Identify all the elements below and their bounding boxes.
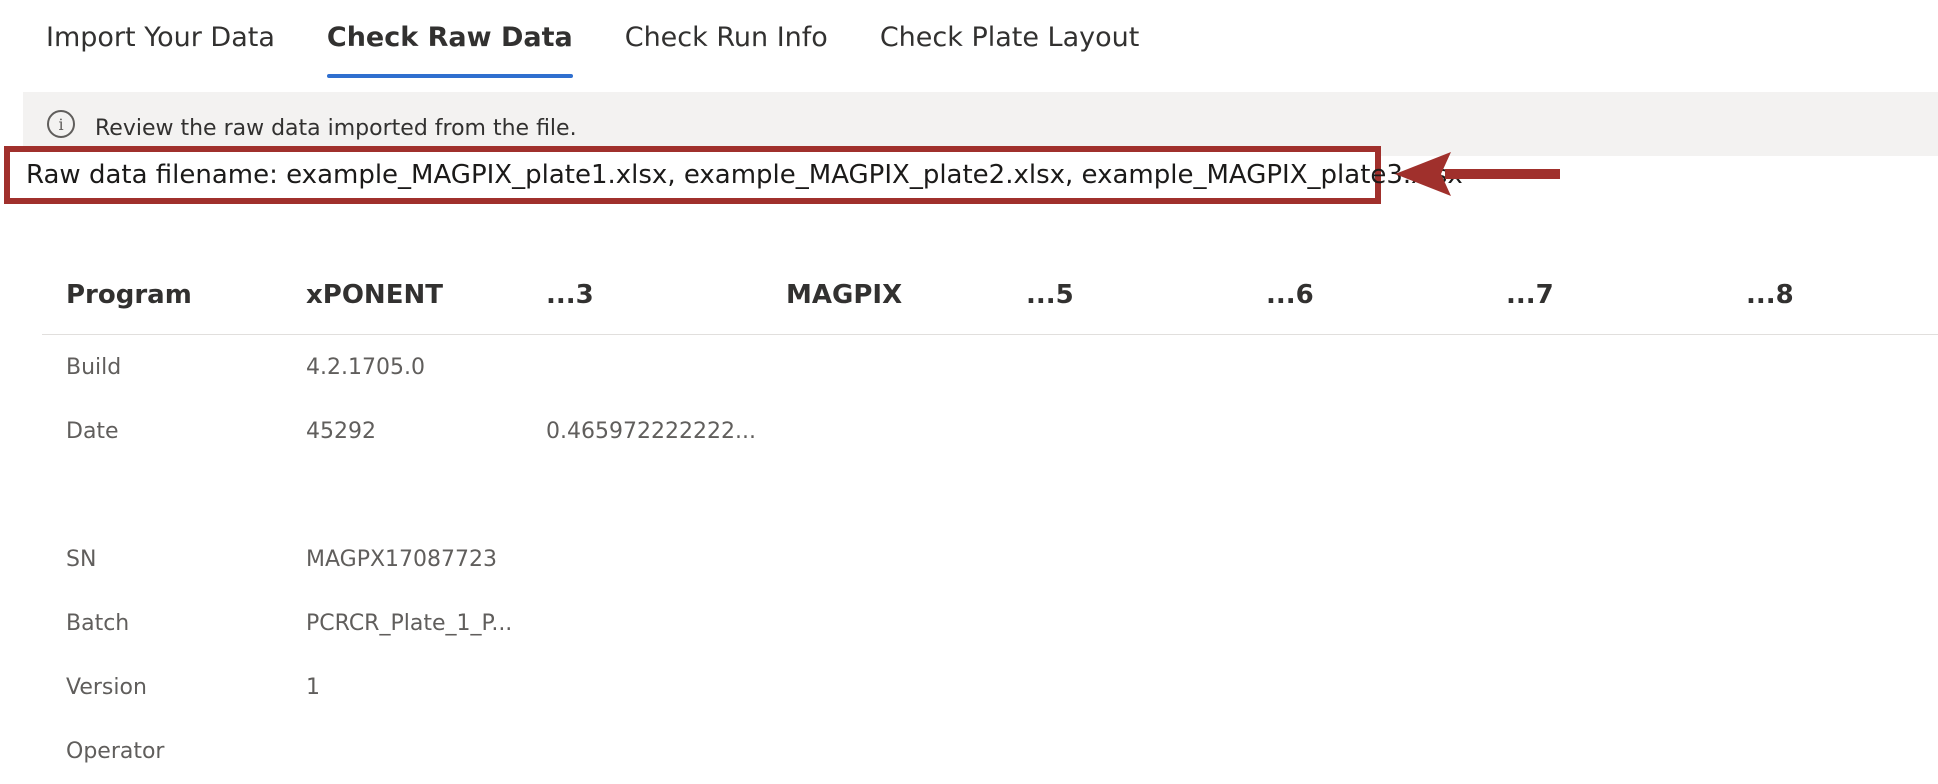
tab-bar: Import Your Data Check Raw Data Check Ru… <box>20 0 1165 84</box>
table-row[interactable]: SN MAGPX17087723 <box>42 527 1938 591</box>
table-row[interactable]: Version 1 <box>42 655 1938 719</box>
table-cell: SN <box>66 546 97 572</box>
table-cell: Date <box>66 418 119 444</box>
column-header[interactable]: xPONENT <box>282 280 522 310</box>
table-cell: 0.465972222222... <box>546 418 756 444</box>
table-row[interactable] <box>42 463 1938 527</box>
raw-data-filename: Raw data filename: example_MAGPIX_plate1… <box>4 146 1463 204</box>
column-header[interactable]: Program <box>42 280 282 310</box>
table-cell: MAGPX17087723 <box>306 546 498 572</box>
column-header[interactable]: MAGPIX <box>762 280 1002 310</box>
column-header[interactable]: ...3 <box>522 280 762 310</box>
info-icon: i <box>47 110 75 138</box>
table-header-row: Program xPONENT ...3 MAGPIX ...5 ...6 ..… <box>42 256 1938 335</box>
table-cell: Batch <box>66 610 130 636</box>
table-cell: Build <box>66 354 122 380</box>
table-body: Build 4.2.1705.0 Date 45292 0.465972222222..… <box>42 335 1938 783</box>
column-header[interactable]: ...7 <box>1482 280 1722 310</box>
tab-import-your-data[interactable]: Import Your Data <box>20 0 301 80</box>
table-row[interactable]: Operator <box>42 719 1938 783</box>
raw-data-filename-text: Raw data filename: example_MAGPIX_plate1… <box>26 160 1463 190</box>
annotation-arrow-icon <box>1395 152 1560 196</box>
table-cell: 1 <box>306 674 320 700</box>
column-header[interactable]: ...8 <box>1722 280 1938 310</box>
table-cell: 45292 <box>306 418 376 444</box>
tab-check-plate-layout[interactable]: Check Plate Layout <box>854 0 1166 80</box>
tab-check-run-info[interactable]: Check Run Info <box>599 0 854 80</box>
table-cell: 4.2.1705.0 <box>306 354 425 380</box>
table-cell: Operator <box>66 738 165 764</box>
column-header[interactable]: ...5 <box>1002 280 1242 310</box>
table-row[interactable]: Batch PCRCR_Plate_1_P... <box>42 591 1938 655</box>
table-row[interactable]: Date 45292 0.465972222222... <box>42 399 1938 463</box>
tab-check-raw-data[interactable]: Check Raw Data <box>301 0 599 80</box>
column-header[interactable]: ...6 <box>1242 280 1482 310</box>
raw-data-table: Program xPONENT ...3 MAGPIX ...5 ...6 ..… <box>42 256 1938 783</box>
info-message-text: Review the raw data imported from the fi… <box>95 115 577 141</box>
table-row[interactable]: Build 4.2.1705.0 <box>42 335 1938 399</box>
table-cell: PCRCR_Plate_1_P... <box>306 610 513 636</box>
table-cell: Version <box>66 674 147 700</box>
